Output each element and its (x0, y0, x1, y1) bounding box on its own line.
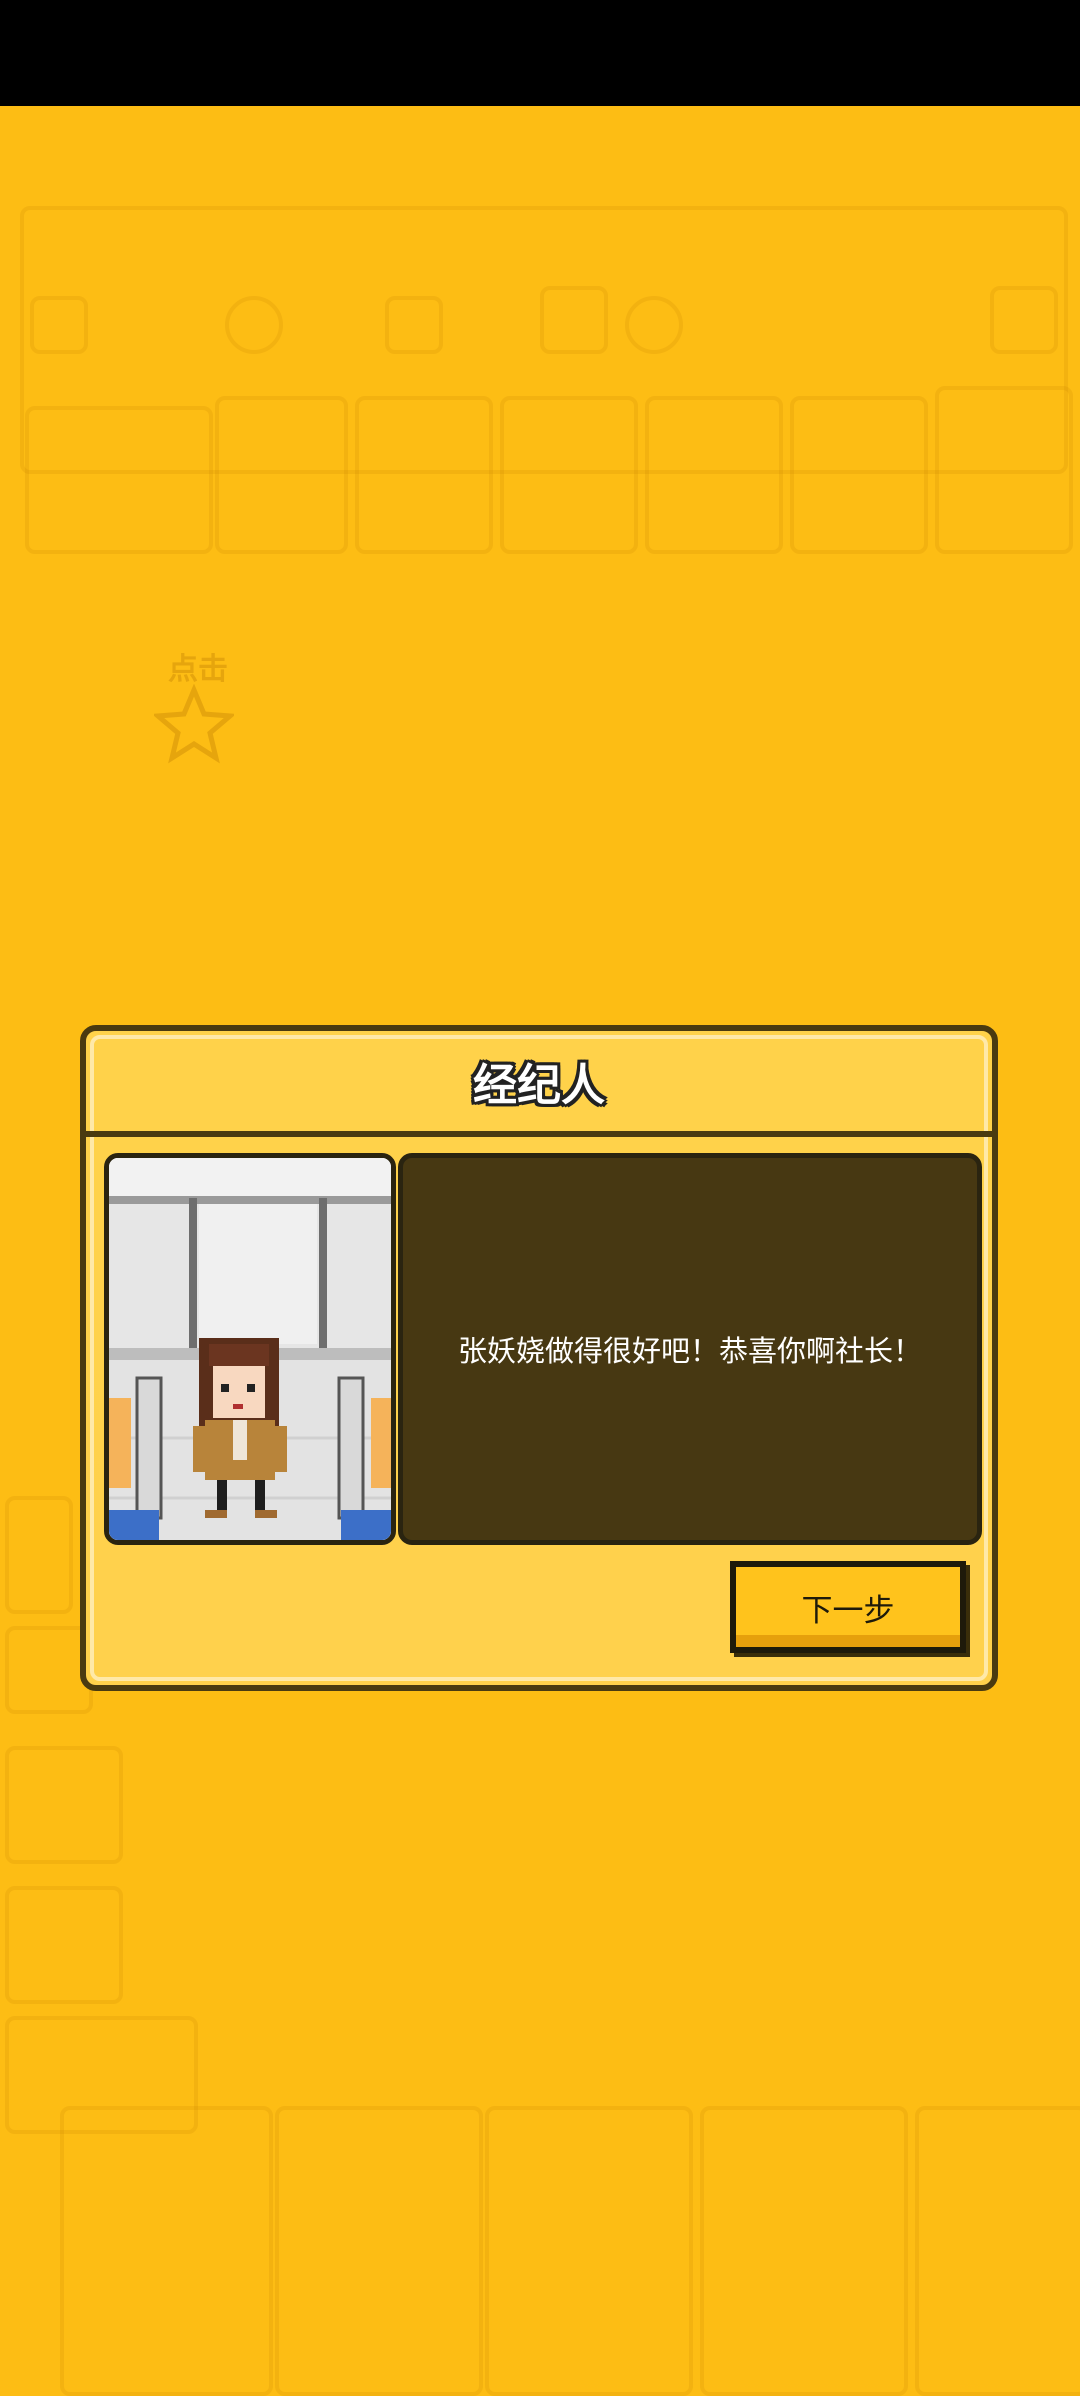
speech-text: 张妖娆做得很好吧！恭喜你啊社长！ (457, 1334, 922, 1368)
menu-tile (25, 406, 213, 554)
stat-slot (625, 296, 683, 354)
menu-tile (215, 396, 348, 554)
close-slot (990, 286, 1058, 354)
tap-hint-label: 点击 (168, 652, 228, 687)
side-button (5, 1496, 73, 1614)
side-button (5, 1746, 123, 1864)
next-step-button[interactable]: 下一步 (730, 1561, 966, 1653)
side-button (5, 1886, 123, 2004)
speech-box: 张妖娆做得很好吧！恭喜你啊社长！ (398, 1153, 982, 1545)
agent-dialog: 经纪人 张妖娆做得很好吧！恭喜你啊社长！ 下一步 (80, 1025, 998, 1691)
stat-slot (30, 296, 88, 354)
bottom-nav-item (485, 2106, 693, 2396)
character-portrait (104, 1153, 396, 1545)
stat-slot (225, 296, 283, 354)
next-step-label: 下一步 (801, 1592, 895, 1629)
status-bar (0, 0, 1080, 106)
menu-tile (645, 396, 783, 554)
pixel-office-scene (109, 1158, 391, 1540)
dialog-title-bar: 经纪人 (86, 1031, 992, 1137)
menu-tile (355, 396, 493, 554)
add-button (540, 286, 608, 354)
bottom-nav-item (915, 2106, 1080, 2396)
menu-tile (935, 386, 1073, 554)
bottom-nav-item (700, 2106, 908, 2396)
menu-tile (790, 396, 928, 554)
dialog-title: 经纪人 (473, 1060, 605, 1111)
menu-tile (500, 396, 638, 554)
star-icon (154, 684, 234, 764)
stat-slot (385, 296, 443, 354)
bottom-nav-item (275, 2106, 483, 2396)
bottom-nav-item (60, 2106, 273, 2396)
